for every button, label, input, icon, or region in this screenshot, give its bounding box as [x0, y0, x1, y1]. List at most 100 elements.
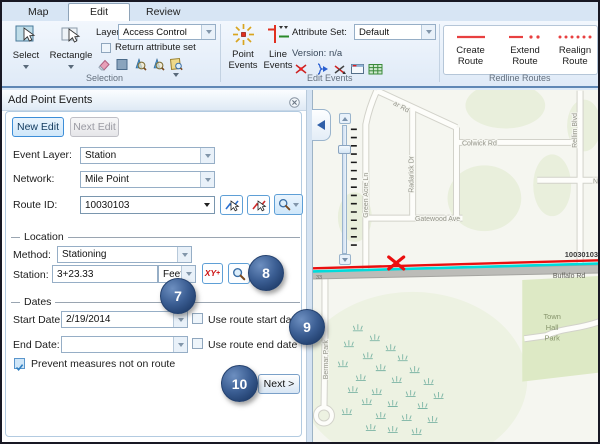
station-input[interactable]: 3+23.33	[52, 265, 158, 283]
event-layer-value: Station	[81, 150, 200, 161]
create-route-icon	[451, 34, 491, 45]
station-search-button[interactable]	[228, 263, 250, 284]
checkmark-icon	[15, 363, 24, 372]
zoom-to-selection-icon[interactable]	[133, 57, 147, 76]
event-layer-label: Event Layer:	[13, 149, 72, 161]
attribute-set-combo[interactable]: Default	[354, 24, 436, 40]
street-label-colwick: Colwick Rd	[462, 140, 497, 147]
next-edit-button[interactable]: Next Edit	[70, 117, 119, 137]
callout-8: 8	[248, 255, 284, 291]
route-id-combo[interactable]: 10030103	[80, 196, 215, 214]
zoom-out-button[interactable]	[339, 254, 351, 265]
prevent-measures-checkbox[interactable]	[14, 358, 25, 369]
event-layer-dropdown-icon[interactable]	[200, 148, 214, 163]
attribute-set-dropdown-icon[interactable]	[421, 25, 435, 39]
select-label: Select	[6, 50, 46, 61]
point-events-button[interactable]: Point Events	[226, 23, 260, 71]
use-route-end-date-label: Use route end date	[208, 339, 297, 351]
down-arrow-icon	[342, 258, 348, 262]
end-date-dropdown-icon[interactable]	[173, 337, 187, 352]
rectangle-dropdown-icon[interactable]	[68, 65, 74, 69]
event-layer-combo[interactable]: Station	[80, 147, 215, 164]
method-combo[interactable]: Stationing	[57, 246, 192, 263]
map-zoom-slider[interactable]	[338, 113, 352, 265]
station-label: Station:	[13, 269, 49, 281]
street-label-gatewood: Gatewood Ave	[415, 216, 460, 223]
select-dropdown-icon[interactable]	[23, 65, 29, 69]
select-route-on-map-button[interactable]	[220, 195, 243, 215]
tab-review[interactable]: Review	[132, 4, 194, 21]
route-search-dropdown-icon[interactable]	[293, 203, 299, 207]
return-attribute-set-checkbox[interactable]	[101, 43, 111, 53]
line-events-icon	[265, 38, 291, 49]
layer-dropdown-icon[interactable]	[201, 25, 215, 39]
street-label-buffalo: Buffalo Rd	[553, 273, 586, 280]
tab-map[interactable]: Map	[14, 4, 62, 21]
edit-events-group-label: Edit Events	[307, 73, 353, 83]
park-label: Town Hall Park	[543, 312, 560, 343]
attribute-set-value: Default	[355, 27, 421, 38]
zoom-in-button[interactable]	[339, 113, 351, 124]
zoom-slider-handle[interactable]	[338, 145, 351, 154]
extend-route-icon	[505, 34, 545, 45]
street-label-rellim: Rellim Blvd	[572, 113, 579, 148]
use-route-start-date-checkbox[interactable]	[192, 313, 203, 324]
use-route-end-date-checkbox[interactable]	[192, 338, 203, 349]
select-icon	[14, 39, 38, 50]
up-arrow-icon	[342, 117, 348, 121]
realign-route-icon	[555, 34, 595, 45]
xy-locate-button[interactable]: XY+	[202, 263, 223, 284]
network-value: Mile Point	[81, 174, 200, 185]
location-group: Location	[11, 231, 300, 243]
create-route-button[interactable]: Create Route	[447, 28, 494, 67]
network-dropdown-icon[interactable]	[200, 172, 214, 187]
route-search-button[interactable]	[274, 194, 303, 215]
route-id-label: Route ID:	[13, 199, 57, 211]
pan-to-selection-icon[interactable]	[151, 57, 165, 76]
network-combo[interactable]: Mile Point	[80, 171, 215, 188]
line-events-button[interactable]: Line Events	[261, 23, 295, 71]
method-dropdown-icon[interactable]	[177, 247, 191, 262]
route-shield-label: 33	[316, 275, 322, 281]
rectangle-label: Rectangle	[48, 50, 94, 61]
svg-text:Hall: Hall	[546, 323, 559, 332]
group-separator	[439, 24, 440, 82]
app-window: Map Edit Review Select Rectangle	[0, 0, 600, 444]
next-button[interactable]: Next >	[258, 374, 300, 394]
rectangle-button[interactable]: Rectangle	[48, 23, 94, 72]
route-id-dropdown-icon[interactable]	[200, 197, 214, 213]
create-route-label: Create Route	[447, 45, 494, 67]
clear-route-selection-button[interactable]	[247, 195, 270, 215]
route-number-label: 10030103	[565, 250, 598, 259]
selection-group-label: Selection	[86, 73, 123, 83]
start-date-combo[interactable]: 2/19/2014	[61, 311, 188, 328]
end-date-combo[interactable]	[61, 336, 188, 353]
start-date-dropdown-icon[interactable]	[173, 312, 187, 327]
collapse-panel-tab[interactable]	[312, 109, 331, 141]
start-date-value: 2/19/2014	[62, 314, 173, 325]
ribbon-tab-bar: Map Edit Review	[2, 2, 598, 21]
extend-route-button[interactable]: Extend Route	[499, 28, 551, 67]
map-canvas: ar Rd Colwick Rd Rellim Blvd Radarick Dr…	[313, 90, 599, 442]
start-date-label: Start Date:	[13, 314, 63, 326]
prevent-measures-label: Prevent measures not on route	[31, 358, 175, 370]
redline-routes-box: Create Route Extend Route Realign Route	[443, 25, 598, 75]
select-button[interactable]: Select	[6, 23, 46, 72]
xy-plus-icon: +	[216, 270, 220, 277]
redline-group-label: Redline Routes	[489, 73, 551, 83]
version-label: Version: n/a	[292, 48, 342, 59]
realign-route-label: Realign Route	[554, 45, 596, 67]
line-events-label: Line Events	[261, 49, 295, 71]
tab-edit[interactable]: Edit	[68, 3, 130, 21]
dates-group: Dates	[11, 296, 300, 308]
event-table-icon[interactable]	[368, 62, 383, 81]
realign-route-button[interactable]: Realign Route	[554, 28, 596, 67]
selection-more-dropdown-icon[interactable]	[173, 73, 179, 77]
method-value: Stationing	[58, 249, 177, 260]
collapse-left-icon	[317, 120, 325, 130]
callout-9: 9	[289, 309, 325, 345]
layer-combo[interactable]: Access Control	[118, 24, 216, 40]
map-view[interactable]: ar Rd Colwick Rd Rellim Blvd Radarick Dr…	[312, 90, 598, 442]
new-edit-button[interactable]: New Edit	[12, 117, 64, 137]
attribute-set-label: Attribute Set:	[292, 27, 347, 38]
